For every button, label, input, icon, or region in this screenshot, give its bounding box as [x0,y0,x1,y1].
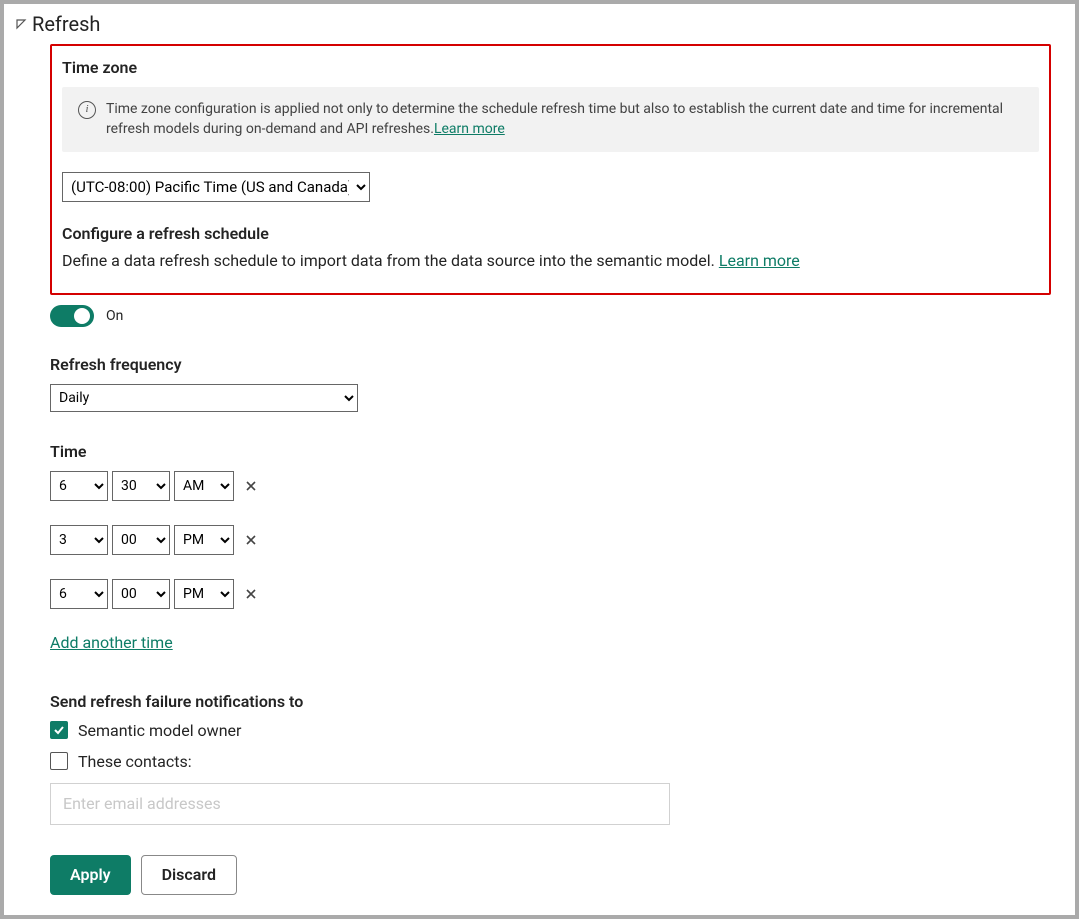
frequency-select[interactable]: Daily [50,384,358,412]
add-another-time-link[interactable]: Add another time [50,633,173,652]
time-label: Time [50,442,1051,461]
timezone-heading: Time zone [62,58,1039,77]
time-ampm-select[interactable]: AM [174,471,234,501]
expander-icon [14,17,28,31]
schedule-learn-more-link[interactable]: Learn more [719,251,800,270]
time-ampm-select[interactable]: PM [174,579,234,609]
time-hour-select[interactable]: 6 [50,471,108,501]
remove-time-icon[interactable] [242,531,260,549]
time-row: 6 30 AM [50,471,1051,501]
remove-time-icon[interactable] [242,477,260,495]
schedule-description: Define a data refresh schedule to import… [62,251,719,270]
schedule-toggle[interactable] [50,305,94,327]
time-hour-select[interactable]: 3 [50,525,108,555]
notifications-block: Send refresh failure notifications to Se… [50,692,1051,825]
refresh-content: Time zone i Time zone configuration is a… [14,44,1065,895]
remove-time-icon[interactable] [242,585,260,603]
time-row: 3 00 PM [50,525,1051,555]
schedule-description-row: Define a data refresh schedule to import… [62,249,1039,273]
frequency-block: Refresh frequency Daily [50,355,1051,412]
contacts-checkbox-row: These contacts: [50,752,1051,771]
timezone-info-banner: i Time zone configuration is applied not… [62,87,1039,152]
timezone-learn-more-link[interactable]: Learn more [434,121,505,137]
time-minute-select[interactable]: 30 [112,471,170,501]
info-icon: i [78,101,96,119]
button-row: Apply Discard [50,855,1051,895]
timezone-info-text: Time zone configuration is applied not o… [106,99,1023,140]
time-minute-select[interactable]: 00 [112,579,170,609]
time-block: Time 6 30 AM 3 00 PM 6 00 PM Add another… [50,442,1051,652]
refresh-section-header[interactable]: Refresh [14,12,1065,36]
contacts-checkbox[interactable] [50,752,68,770]
owner-checkbox[interactable] [50,721,68,739]
time-hour-select[interactable]: 6 [50,579,108,609]
refresh-settings-panel: Refresh Time zone i Time zone configurat… [4,4,1075,915]
apply-button[interactable]: Apply [50,855,131,895]
contacts-email-input[interactable] [50,783,670,825]
time-row: 6 00 PM [50,579,1051,609]
owner-checkbox-label: Semantic model owner [78,721,241,740]
highlighted-region: Time zone i Time zone configuration is a… [50,44,1051,295]
timezone-select[interactable]: (UTC-08:00) Pacific Time (US and Canada) [62,172,370,202]
schedule-toggle-row: On [50,305,1051,327]
owner-checkbox-row: Semantic model owner [50,721,1051,740]
section-title: Refresh [32,12,100,36]
time-minute-select[interactable]: 00 [112,525,170,555]
time-ampm-select[interactable]: PM [174,525,234,555]
toggle-label: On [106,308,123,324]
contacts-checkbox-label: These contacts: [78,752,192,771]
notifications-heading: Send refresh failure notifications to [50,692,1051,711]
discard-button[interactable]: Discard [141,855,237,895]
frequency-label: Refresh frequency [50,355,1051,374]
schedule-heading: Configure a refresh schedule [62,224,1039,243]
